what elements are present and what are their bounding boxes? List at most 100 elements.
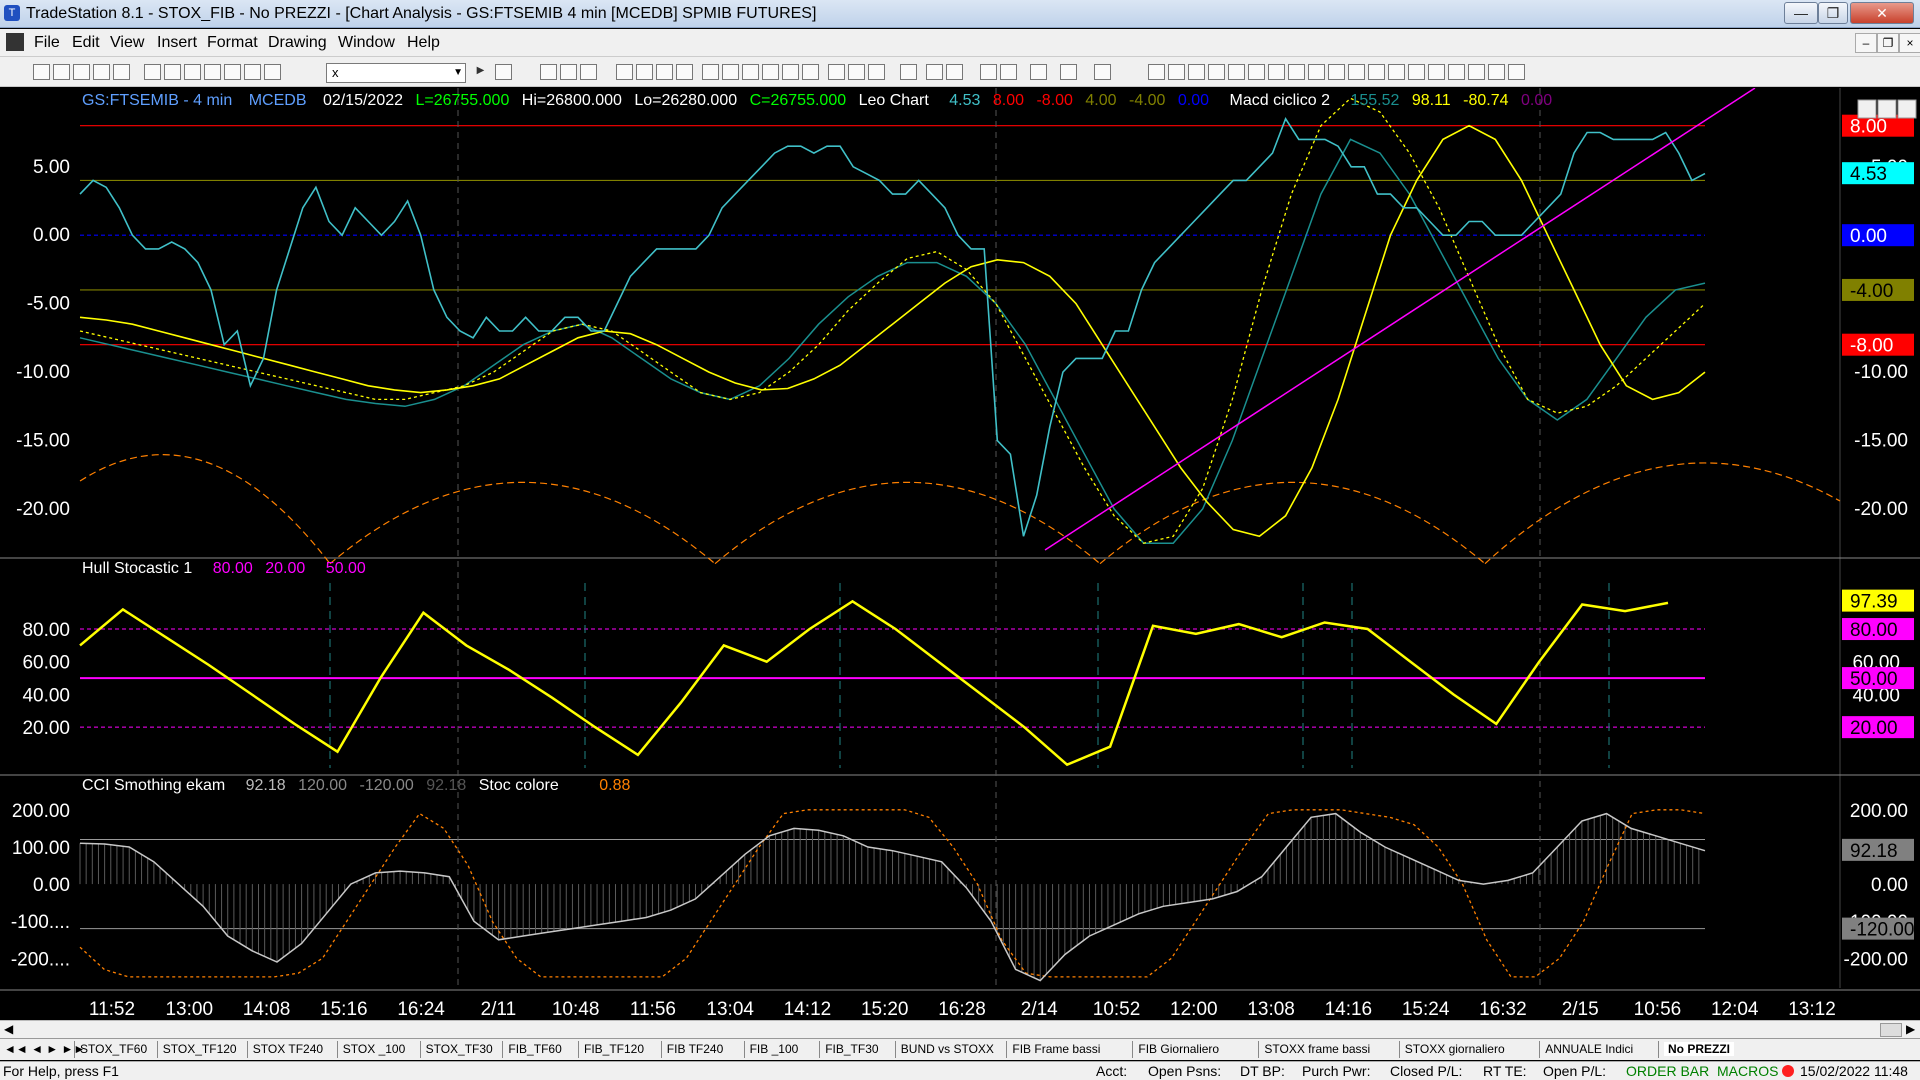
- shift-icon[interactable]: [900, 64, 917, 80]
- horizontal-scrollbar[interactable]: ◀ ▶: [0, 1020, 1920, 1038]
- zoom-in-icon[interactable]: [926, 64, 943, 80]
- channel-icon[interactable]: [1208, 64, 1225, 80]
- hotlist-icon[interactable]: [722, 64, 739, 80]
- workspace-icon[interactable]: [113, 64, 130, 80]
- quote-icon[interactable]: [742, 64, 759, 80]
- new-icon[interactable]: [33, 64, 50, 80]
- macro-icon[interactable]: [264, 64, 281, 80]
- tab-fib-frame-bassi[interactable]: FIB Frame bassi: [1012, 1042, 1100, 1056]
- arc-icon[interactable]: [1348, 64, 1365, 80]
- tab-annuale-indici[interactable]: ANNUALE Indici: [1545, 1042, 1633, 1056]
- tab-fib-100[interactable]: FIB _100: [750, 1042, 799, 1056]
- menu-file[interactable]: File: [34, 34, 60, 52]
- menu-edit[interactable]: Edit: [72, 34, 100, 52]
- menu-insert[interactable]: Insert: [157, 34, 197, 52]
- hammer-icon[interactable]: [1030, 64, 1047, 80]
- scroll-left-icon[interactable]: [828, 64, 845, 80]
- data-window-icon[interactable]: [560, 64, 577, 80]
- arrow-down-red-icon[interactable]: [1428, 64, 1445, 80]
- pointer-icon[interactable]: [980, 64, 997, 80]
- mdi-minimize-button[interactable]: –: [1855, 33, 1877, 53]
- status-line-icon[interactable]: [580, 64, 597, 80]
- arrow-up-icon[interactable]: [1448, 64, 1465, 80]
- tab-stox-tf120[interactable]: STOX_TF120: [163, 1042, 237, 1056]
- alert-icon[interactable]: [1094, 64, 1111, 80]
- lock-icon[interactable]: [184, 64, 201, 80]
- cycle-icon[interactable]: [1368, 64, 1385, 80]
- paste-icon[interactable]: [204, 64, 221, 80]
- regression-icon[interactable]: [1308, 64, 1325, 80]
- rectangle-icon[interactable]: [1488, 64, 1505, 80]
- menu-format[interactable]: Format: [207, 34, 258, 52]
- menu-help[interactable]: Help: [407, 34, 440, 52]
- pane-minimize-button[interactable]: [1857, 99, 1877, 119]
- tab-stox-tf60[interactable]: STOX_TF60: [80, 1042, 147, 1056]
- freehand-icon[interactable]: [1388, 64, 1405, 80]
- scroll-right-icon[interactable]: [848, 64, 865, 80]
- scroll-right-arrow-icon[interactable]: ▶: [1906, 1022, 1915, 1036]
- line-chart-icon[interactable]: [802, 64, 819, 80]
- order-icon[interactable]: [1060, 64, 1077, 80]
- pane-restore-button[interactable]: [1877, 99, 1897, 119]
- doc-icon[interactable]: [6, 33, 24, 51]
- tab-stox-tf240[interactable]: STOX TF240: [253, 1042, 323, 1056]
- open-icon[interactable]: [53, 64, 70, 80]
- find-symbol-icon[interactable]: [495, 64, 512, 80]
- vline-icon[interactable]: [1168, 64, 1185, 80]
- fib-icon[interactable]: [1228, 64, 1245, 80]
- scroll-left-arrow-icon[interactable]: ◀: [4, 1022, 13, 1036]
- pane-close-button[interactable]: [1897, 99, 1917, 119]
- indicator-icon[interactable]: [636, 64, 653, 80]
- chart-canvas[interactable]: 5.000.00-5.00-10.00-15.00-20.005.00-10.0…: [0, 88, 1920, 1030]
- tab-fib-giornaliero[interactable]: FIB Giornaliero: [1138, 1042, 1219, 1056]
- minimize-button[interactable]: —: [1784, 2, 1818, 24]
- print-preview-icon[interactable]: [164, 64, 181, 80]
- paintbar-icon[interactable]: [676, 64, 693, 80]
- andrews-icon[interactable]: [1288, 64, 1305, 80]
- save-icon[interactable]: [73, 64, 90, 80]
- bar-chart-icon[interactable]: [762, 64, 779, 80]
- tab-no-prezzi[interactable]: No PREZZI: [1664, 1042, 1734, 1056]
- gann-icon[interactable]: [1268, 64, 1285, 80]
- print-icon[interactable]: [144, 64, 161, 80]
- scroll-fit-icon[interactable]: [868, 64, 885, 80]
- cut-icon[interactable]: [244, 64, 261, 80]
- go-arrow-icon[interactable]: ▶: [472, 64, 489, 80]
- status-mode[interactable]: ORDER BAR: [1626, 1063, 1709, 1079]
- status-macros[interactable]: MACROS: [1717, 1063, 1778, 1079]
- maximize-button[interactable]: ❐: [1818, 2, 1848, 24]
- menu-window[interactable]: Window: [338, 34, 395, 52]
- tab-fib-tf120[interactable]: FIB_TF120: [584, 1042, 644, 1056]
- tab-fib-tf60[interactable]: FIB_TF60: [508, 1042, 561, 1056]
- chart-style-icon[interactable]: [616, 64, 633, 80]
- tab-fib-tf30[interactable]: FIB_TF30: [825, 1042, 878, 1056]
- mdi-restore-button[interactable]: ❐: [1877, 33, 1899, 53]
- arrow-down-icon[interactable]: [1408, 64, 1425, 80]
- speed-line-icon[interactable]: [1248, 64, 1265, 80]
- symbol-input[interactable]: x ▼: [326, 63, 466, 83]
- strategy-icon[interactable]: [656, 64, 673, 80]
- chevron-down-icon[interactable]: ▼: [453, 64, 463, 82]
- crosshair-icon[interactable]: [1000, 64, 1017, 80]
- mdi-close-button[interactable]: ×: [1899, 33, 1920, 53]
- format-icon[interactable]: [540, 64, 557, 80]
- radar-icon[interactable]: [702, 64, 719, 80]
- tab-stox-100[interactable]: STOX _100: [343, 1042, 405, 1056]
- close-button[interactable]: ✕: [1850, 2, 1914, 24]
- scroll-thumb[interactable]: [1880, 1023, 1902, 1037]
- tab-fib-tf240[interactable]: FIB TF240: [667, 1042, 723, 1056]
- copy-icon[interactable]: [224, 64, 241, 80]
- zoom-out-icon[interactable]: [946, 64, 963, 80]
- tab-bund-vs-stoxx[interactable]: BUND vs STOXX: [901, 1042, 994, 1056]
- menu-view[interactable]: View: [110, 34, 144, 52]
- tab-stoxx-frame-bassi[interactable]: STOXX frame bassi: [1264, 1042, 1370, 1056]
- hline-icon[interactable]: [1188, 64, 1205, 80]
- folder-icon[interactable]: [93, 64, 110, 80]
- ellipse-icon[interactable]: [1468, 64, 1485, 80]
- text-icon[interactable]: [1508, 64, 1525, 80]
- tab-stox-tf30[interactable]: STOX_TF30: [426, 1042, 493, 1056]
- menu-drawing[interactable]: Drawing: [268, 34, 327, 52]
- candle-icon[interactable]: [782, 64, 799, 80]
- tab-stoxx-giornaliero[interactable]: STOXX giornaliero: [1405, 1042, 1505, 1056]
- trendline-icon[interactable]: [1148, 64, 1165, 80]
